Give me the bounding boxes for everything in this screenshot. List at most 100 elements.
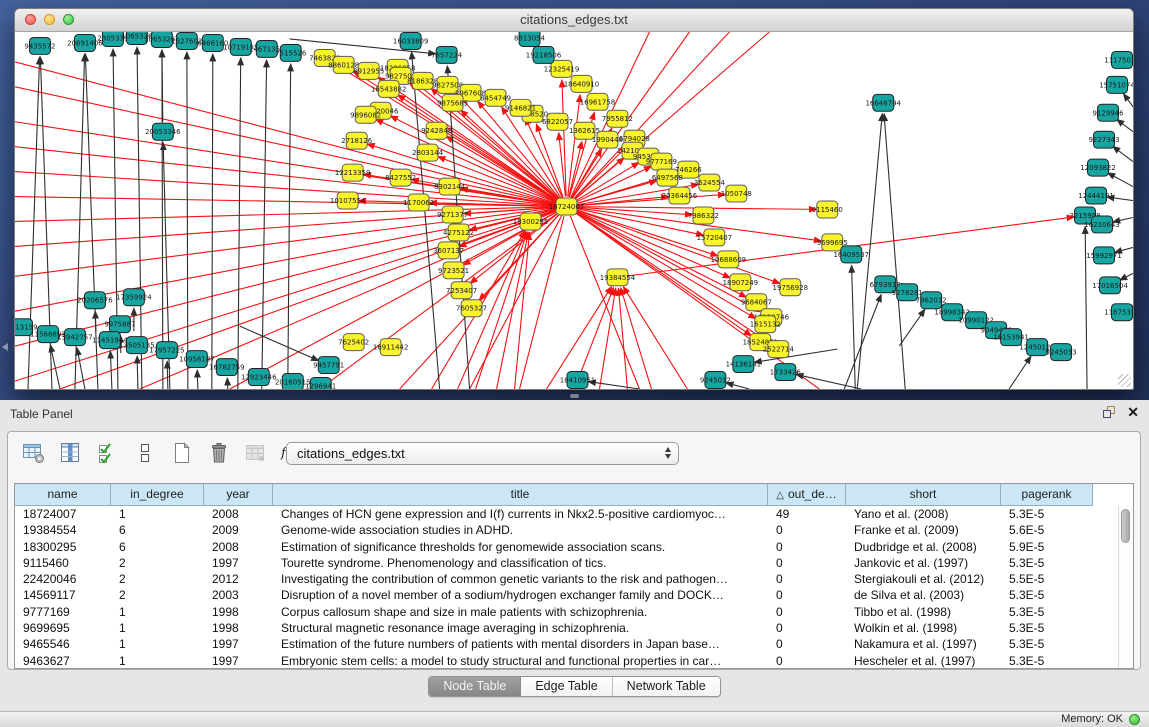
minimize-window-button[interactable] xyxy=(44,14,55,25)
network-node[interactable]: 15992971 xyxy=(1086,247,1122,264)
network-edge[interactable] xyxy=(412,52,440,389)
column-header-out_de[interactable]: △out_de… xyxy=(768,484,846,506)
network-edge[interactable] xyxy=(1123,94,1133,107)
network-edge[interactable] xyxy=(15,207,557,222)
window-resize-grip[interactable] xyxy=(1118,374,1131,387)
network-node[interactable]: 20053346 xyxy=(145,123,181,140)
network-node[interactable]: 2718126 xyxy=(341,132,372,149)
network-edge[interactable] xyxy=(576,194,725,205)
network-edge[interactable] xyxy=(95,311,96,331)
network-edge[interactable] xyxy=(796,374,861,389)
network-node[interactable]: 16033809 xyxy=(393,32,429,49)
network-node[interactable]: 14136141 xyxy=(726,356,762,373)
network-edge[interactable] xyxy=(15,87,557,205)
network-node[interactable]: 17016504 xyxy=(1092,277,1128,294)
network-node[interactable]: 9227343 xyxy=(1088,131,1119,148)
table-row[interactable]: 2242004622012Investigating the contribut… xyxy=(15,571,1133,587)
network-node[interactable]: 9129946 xyxy=(1092,104,1123,121)
vertical-scrollbar[interactable] xyxy=(1118,506,1133,668)
tab-edge-table[interactable]: Edge Table xyxy=(521,677,612,696)
table-settings-icon[interactable] xyxy=(21,440,47,466)
network-edge[interactable] xyxy=(844,295,881,389)
network-node[interactable]: 8813054 xyxy=(514,32,546,46)
network-edge[interactable] xyxy=(197,370,198,389)
row-selection-mode-icon[interactable] xyxy=(95,440,121,466)
network-node[interactable]: 7253407 xyxy=(446,282,477,299)
network-node[interactable]: 20206576 xyxy=(77,292,113,309)
network-node[interactable]: 9245012 xyxy=(700,372,731,389)
network-node[interactable]: 12093822 xyxy=(1080,159,1116,176)
table-row[interactable]: 946362711997Embryonic stem cells: a mode… xyxy=(15,653,1133,669)
network-node[interactable]: 8427552 xyxy=(385,169,416,186)
delete-table-icon[interactable] xyxy=(206,440,232,466)
column-header-in_degree[interactable]: in_degree xyxy=(111,484,204,506)
network-edge[interactable] xyxy=(15,172,557,206)
tab-node-table[interactable]: Node Table xyxy=(429,677,521,696)
network-node[interactable]: 15720407 xyxy=(697,229,733,246)
network-edge[interactable] xyxy=(576,207,692,215)
network-edge[interactable] xyxy=(262,60,267,389)
column-header-short[interactable]: short xyxy=(846,484,1001,506)
network-edge[interactable] xyxy=(15,197,557,207)
table-row[interactable]: 1456911722003Disruption of a novel membe… xyxy=(15,587,1133,603)
network-node[interactable]: 16961758 xyxy=(580,93,616,110)
network-node[interactable]: 11175011 xyxy=(1104,51,1133,68)
network-edge[interactable] xyxy=(884,114,905,389)
west-collapse-arrow[interactable] xyxy=(2,343,8,351)
network-edge[interactable] xyxy=(137,356,138,389)
network-edge[interactable] xyxy=(570,216,639,389)
network-node[interactable]: 9435572 xyxy=(24,37,55,54)
network-node[interactable]: 1050748 xyxy=(721,185,752,202)
network-node[interactable]: 1733426 xyxy=(770,364,801,381)
network-edge[interactable] xyxy=(227,378,228,389)
close-window-button[interactable] xyxy=(25,14,36,25)
network-graph[interactable]: 1872400712325419186409101696175879558121… xyxy=(15,32,1133,389)
network-node[interactable]: 10688609 xyxy=(711,251,747,268)
column-header-name[interactable]: name xyxy=(15,484,111,506)
column-header-year[interactable]: year xyxy=(204,484,273,506)
network-node[interactable]: 9271377 xyxy=(437,206,468,223)
table-row[interactable]: 1938455462009Genome-wide association stu… xyxy=(15,522,1133,538)
network-edge[interactable] xyxy=(187,52,188,389)
network-node[interactable]: 9975887 xyxy=(104,316,135,333)
network-window-titlebar[interactable]: citations_edges.txt xyxy=(15,9,1133,32)
network-edge[interactable] xyxy=(852,265,856,389)
network-node[interactable]: 18410951 xyxy=(560,372,596,389)
network-edge[interactable] xyxy=(1009,356,1031,389)
network-node[interactable]: 2803144 xyxy=(412,144,444,161)
network-node[interactable]: 7955812 xyxy=(602,110,633,127)
network-node[interactable]: 7857224 xyxy=(431,46,463,63)
column-header-pagerank[interactable]: pagerank xyxy=(1001,484,1093,506)
table-row[interactable]: 1872400712008Changes of HCN gene express… xyxy=(15,506,1133,522)
network-edge[interactable] xyxy=(212,54,213,389)
network-edge[interactable] xyxy=(15,147,557,206)
network-node[interactable]: 15751074 xyxy=(1099,76,1133,93)
network-edge[interactable] xyxy=(1120,273,1133,280)
scrollbar-thumb[interactable] xyxy=(1121,509,1130,543)
tab-network-table[interactable]: Network Table xyxy=(613,677,720,696)
zoom-window-button[interactable] xyxy=(63,14,74,25)
network-node[interactable]: 19384554 xyxy=(600,269,636,286)
column-header-title[interactable]: title xyxy=(273,484,768,506)
network-edge[interactable] xyxy=(621,288,652,389)
network-edge[interactable] xyxy=(1113,146,1133,161)
show-hide-columns-icon[interactable] xyxy=(58,440,84,466)
network-edge[interactable] xyxy=(588,382,639,389)
network-node[interactable]: 12213359 xyxy=(335,164,371,181)
table-row[interactable]: 911546021997Tourette syndrome. Phenomeno… xyxy=(15,555,1133,571)
network-edge[interactable] xyxy=(15,208,557,277)
network-node[interactable]: 11675311 xyxy=(1104,304,1133,321)
network-edge[interactable] xyxy=(1085,226,1087,389)
network-edge[interactable] xyxy=(110,351,112,389)
network-edge[interactable] xyxy=(167,361,168,389)
network-node[interactable]: 4275122 xyxy=(443,224,474,241)
network-canvas[interactable]: 1872400712325419186409101696175879558121… xyxy=(15,32,1133,389)
network-edge[interactable] xyxy=(162,50,163,122)
create-new-table-icon[interactable] xyxy=(169,440,195,466)
row-height-icon[interactable] xyxy=(132,440,158,466)
network-node[interactable]: 9115460 xyxy=(812,201,843,218)
network-node[interactable]: 12923446 xyxy=(241,369,277,386)
network-node[interactable]: 16911442 xyxy=(373,339,409,356)
network-node[interactable]: 9457791 xyxy=(313,357,344,374)
network-edge[interactable] xyxy=(1117,119,1133,131)
